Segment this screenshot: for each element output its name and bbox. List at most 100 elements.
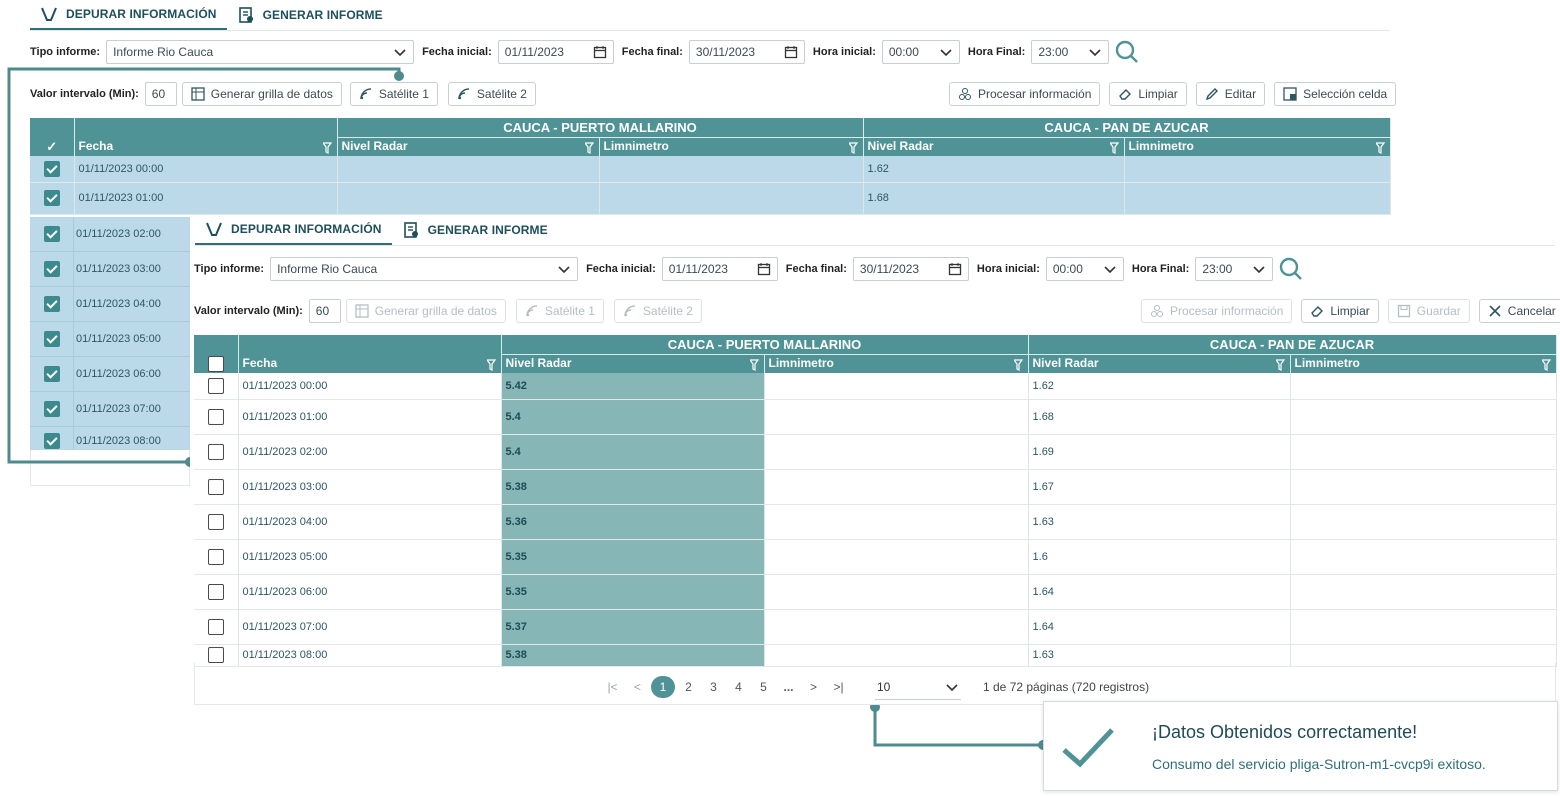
- fecha-cell[interactable]: 01/11/2023 01:00: [238, 399, 502, 435]
- intervalo-input[interactable]: 60: [308, 299, 341, 323]
- nivel-radar-cell[interactable]: 1.64: [1028, 609, 1291, 645]
- table-row[interactable]: 01/11/2023 05:00: [30, 322, 190, 357]
- nivel-radar-cell[interactable]: 1.63: [1028, 504, 1291, 540]
- row-checkbox[interactable]: [207, 618, 224, 635]
- row-select-cell[interactable]: [30, 156, 75, 183]
- next-page-button[interactable]: >: [801, 680, 826, 694]
- table-row[interactable]: 01/11/2023 01:00 1.68: [30, 182, 1391, 215]
- filter-icon[interactable]: [1541, 359, 1552, 372]
- row-select-cell[interactable]: [30, 252, 74, 286]
- calendar-icon[interactable]: [593, 45, 607, 59]
- nivel-radar-cell[interactable]: [337, 182, 600, 215]
- tab-generar-informe[interactable]: GENERAR INFORME: [392, 215, 558, 245]
- fecha-final-input[interactable]: 30/11/2023: [688, 40, 805, 64]
- tab-depurar-informacion[interactable]: DEPURAR INFORMACIÓN: [30, 0, 227, 30]
- table-row[interactable]: 01/11/2023 02:00 5.4 1.69: [194, 434, 1557, 470]
- last-page-button[interactable]: >|: [826, 680, 851, 694]
- table-row[interactable]: 01/11/2023 04:00 5.36 1.63: [194, 504, 1557, 540]
- page-button[interactable]: 2: [676, 680, 701, 694]
- fecha-final-input[interactable]: 30/11/2023: [852, 257, 969, 281]
- row-checkbox[interactable]: [43, 296, 60, 312]
- limnimetro-cell[interactable]: [1290, 609, 1557, 645]
- page-button[interactable]: 4: [726, 680, 751, 694]
- calendar-icon[interactable]: [757, 262, 771, 276]
- fecha-cell[interactable]: 01/11/2023 05:00: [74, 322, 190, 356]
- limnimetro-cell[interactable]: [764, 399, 1029, 435]
- row-checkbox[interactable]: [207, 443, 224, 460]
- fecha-cell[interactable]: 01/11/2023 03:00: [74, 252, 190, 286]
- limnimetro-cell[interactable]: [764, 609, 1029, 645]
- satelite-1-button[interactable]: Satélite 1: [515, 299, 604, 323]
- limpiar-button[interactable]: Limpiar: [1301, 299, 1379, 323]
- limnimetro-cell[interactable]: [599, 156, 864, 183]
- row-checkbox[interactable]: [43, 433, 60, 449]
- nivel-radar-cell[interactable]: 1.68: [863, 182, 1125, 215]
- row-checkbox[interactable]: [43, 190, 60, 206]
- row-select-cell[interactable]: [30, 322, 74, 356]
- fecha-cell[interactable]: 01/11/2023 06:00: [238, 574, 502, 610]
- fecha-cell[interactable]: 01/11/2023 07:00: [238, 609, 502, 645]
- generar-grilla-button[interactable]: Generar grilla de datos: [345, 299, 506, 323]
- row-checkbox[interactable]: [43, 160, 60, 177]
- filter-icon[interactable]: [1013, 359, 1024, 372]
- filter-icon[interactable]: [1275, 359, 1286, 372]
- nivel-radar-cell[interactable]: 5.35: [501, 539, 765, 575]
- row-select-cell[interactable]: [194, 539, 239, 575]
- page-size-select[interactable]: 10: [875, 674, 961, 700]
- row-select-cell[interactable]: [30, 217, 74, 251]
- limnimetro-cell[interactable]: [764, 469, 1029, 505]
- column-header-limnimetro[interactable]: Limnimetro: [1124, 137, 1391, 156]
- search-icon[interactable]: [1115, 40, 1139, 64]
- fecha-cell[interactable]: 01/11/2023 01:00: [74, 182, 338, 215]
- filter-icon[interactable]: [1109, 142, 1120, 155]
- limnimetro-cell[interactable]: [1290, 504, 1557, 540]
- editar-button[interactable]: Editar: [1195, 82, 1266, 106]
- limnimetro-cell[interactable]: [1290, 434, 1557, 470]
- nivel-radar-cell[interactable]: 1.62: [863, 156, 1125, 183]
- row-checkbox[interactable]: [207, 478, 224, 495]
- select-all-header[interactable]: [194, 354, 239, 373]
- column-header-limnimetro[interactable]: Limnimetro: [764, 354, 1029, 373]
- fecha-cell[interactable]: 01/11/2023 00:00: [238, 373, 502, 400]
- nivel-radar-cell[interactable]: 5.35: [501, 574, 765, 610]
- limnimetro-cell[interactable]: [764, 574, 1029, 610]
- select-all-checkbox[interactable]: [207, 355, 224, 372]
- column-header-nivel-radar[interactable]: Nivel Radar: [863, 137, 1125, 156]
- nivel-radar-cell[interactable]: 1.69: [1028, 434, 1291, 470]
- table-row[interactable]: 01/11/2023 02:00: [30, 217, 190, 252]
- fecha-cell[interactable]: 01/11/2023 02:00: [74, 217, 190, 251]
- limnimetro-cell[interactable]: [1290, 373, 1557, 400]
- limpiar-button[interactable]: Limpiar: [1109, 82, 1187, 106]
- page-button[interactable]: 3: [701, 680, 726, 694]
- nivel-radar-cell[interactable]: 1.67: [1028, 469, 1291, 505]
- nivel-radar-cell[interactable]: 1.62: [1028, 373, 1291, 400]
- guardar-button[interactable]: Guardar: [1387, 299, 1470, 323]
- row-checkbox[interactable]: [43, 261, 60, 277]
- cancelar-button[interactable]: Cancelar: [1478, 299, 1560, 323]
- fecha-inicial-input[interactable]: 01/11/2023: [661, 257, 778, 281]
- search-icon[interactable]: [1279, 257, 1303, 281]
- limnimetro-cell[interactable]: [764, 434, 1029, 470]
- intervalo-input[interactable]: 60: [144, 82, 177, 106]
- nivel-radar-cell[interactable]: 5.38: [501, 469, 765, 505]
- limnimetro-cell[interactable]: [1124, 156, 1391, 183]
- prev-page-button[interactable]: <: [625, 680, 650, 694]
- hora-inicial-select[interactable]: 00:00: [881, 40, 960, 64]
- column-header-limnimetro[interactable]: Limnimetro: [1290, 354, 1557, 373]
- page-button[interactable]: 5: [751, 680, 776, 694]
- filter-icon[interactable]: [322, 142, 333, 154]
- row-checkbox[interactable]: [207, 583, 224, 600]
- fecha-cell[interactable]: 01/11/2023 06:00: [74, 357, 190, 391]
- nivel-radar-cell[interactable]: 5.37: [501, 609, 765, 645]
- row-select-cell[interactable]: [30, 392, 74, 426]
- table-row[interactable]: 01/11/2023 03:00 5.38 1.67: [194, 469, 1557, 505]
- limnimetro-cell[interactable]: [599, 182, 864, 215]
- column-header-nivel-radar[interactable]: Nivel Radar: [337, 137, 600, 156]
- column-header-nivel-radar[interactable]: Nivel Radar: [1028, 354, 1291, 373]
- row-select-cell[interactable]: [30, 287, 74, 321]
- row-checkbox[interactable]: [207, 377, 224, 394]
- fecha-cell[interactable]: 01/11/2023 03:00: [238, 469, 502, 505]
- limnimetro-cell[interactable]: [1124, 182, 1391, 215]
- generar-grilla-button[interactable]: Generar grilla de datos: [181, 82, 342, 106]
- table-row[interactable]: 01/11/2023 07:00 5.37 1.64: [194, 609, 1557, 645]
